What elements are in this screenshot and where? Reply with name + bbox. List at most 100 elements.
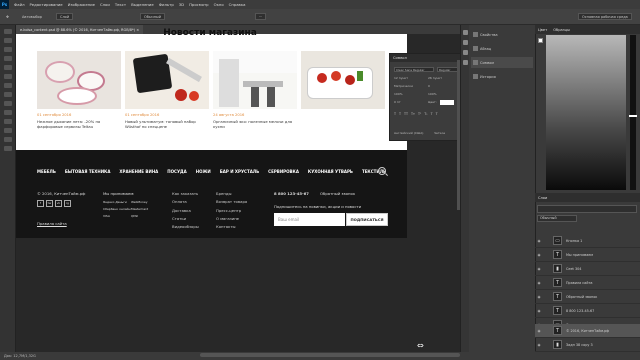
opacity-field[interactable]: ··· — [255, 13, 267, 20]
rules-link[interactable]: Правила сайта — [37, 221, 67, 226]
twitter-icon[interactable]: tw — [46, 200, 53, 207]
nav-item[interactable]: КУХОННАЯ УТВАРЬ — [308, 169, 353, 175]
leading-field[interactable]: 26 пункт — [428, 76, 458, 80]
underline-button[interactable]: T — [431, 112, 433, 116]
menu-select[interactable]: Выделение — [131, 2, 154, 7]
paragraph-icon[interactable] — [462, 40, 468, 45]
footer-link[interactable]: Видеообзоры — [172, 224, 199, 229]
move-tool-icon[interactable]: ✥ — [6, 13, 9, 20]
layer-row[interactable]: ◉ ▮ Задн 38 copy 3 — [535, 338, 640, 352]
layer-row[interactable]: ◉ T Мы принимаем — [535, 248, 640, 262]
workspace-dropdown[interactable]: Основная рабочая среда — [578, 13, 632, 20]
move-tool-icon[interactable] — [3, 29, 12, 34]
lasso-tool-icon[interactable] — [3, 47, 12, 52]
layer-row[interactable]: ◉ ▭ Кнопка 1 — [535, 234, 640, 248]
color-picker-field[interactable] — [546, 35, 626, 190]
superscript-button[interactable]: T¹ — [418, 112, 421, 116]
panel-paragraph[interactable]: Абзац — [471, 43, 533, 54]
brush-tool-icon[interactable] — [3, 74, 12, 79]
horizontal-scale-field[interactable]: 100% — [428, 92, 458, 96]
visibility-eye-icon[interactable]: ◉ — [535, 253, 543, 257]
subscribe-button[interactable]: ПОДПИСАТЬСЯ — [346, 213, 388, 226]
hand-tool-icon[interactable] — [3, 137, 12, 142]
footer-link[interactable]: Бренды — [216, 191, 247, 196]
footer-link[interactable]: Контакты — [216, 224, 247, 229]
tracking-field[interactable]: 0 — [428, 84, 458, 88]
visibility-eye-icon[interactable]: ◉ — [535, 309, 543, 313]
language-select[interactable]: Английский (США) — [394, 131, 434, 135]
text-color-swatch[interactable] — [439, 99, 454, 105]
subscript-button[interactable]: T₁ — [424, 112, 427, 116]
small-caps-button[interactable]: Tт — [411, 112, 415, 116]
nav-item[interactable]: БЫТОВАЯ ТЕХНИКА — [65, 169, 111, 175]
character-icon[interactable] — [462, 50, 468, 55]
search-icon[interactable] — [378, 167, 386, 175]
auto-select-dropdown[interactable]: Слой — [56, 13, 74, 20]
menu-edit[interactable]: Редактирование — [30, 2, 63, 7]
visibility-eye-icon[interactable]: ◉ — [535, 281, 543, 285]
layer-row[interactable]: ◉ T 8 800 123-45-67 — [535, 304, 640, 318]
font-size-field[interactable]: 12 пункт — [394, 76, 428, 80]
visibility-eye-icon[interactable]: ◉ — [535, 267, 543, 271]
blend-mode-dropdown[interactable]: Обычный — [140, 13, 166, 20]
gradient-tool-icon[interactable] — [3, 101, 12, 106]
nav-item[interactable]: ПОСУДА — [167, 169, 186, 175]
foreground-color-swatch[interactable] — [538, 38, 543, 43]
menu-3d[interactable]: 3D — [179, 2, 184, 7]
menu-type[interactable]: Текст — [115, 2, 126, 7]
footer-link[interactable]: Возврат товара — [216, 199, 247, 204]
vertical-scale-field[interactable]: 100% — [394, 92, 428, 96]
nav-item[interactable]: МЕБЕЛЬ — [37, 169, 56, 175]
shape-tool-icon[interactable] — [3, 128, 12, 133]
menu-file[interactable]: Файл — [14, 2, 25, 7]
footer-link[interactable]: Статьи — [172, 216, 199, 221]
layer-row[interactable]: ◉ ▮ Сeet 304 — [535, 262, 640, 276]
footer-link[interactable]: Пресс-центр — [216, 208, 247, 213]
menu-layers[interactable]: Слои — [100, 2, 110, 7]
hue-slider[interactable] — [629, 35, 637, 190]
footer-link[interactable]: О магазине — [216, 216, 247, 221]
panel-history[interactable]: История — [471, 71, 533, 82]
layer-blend-mode[interactable]: Обычный — [537, 215, 577, 222]
menu-window[interactable]: Окно — [214, 2, 224, 7]
eraser-tool-icon[interactable] — [3, 92, 12, 97]
horizontal-scrollbar[interactable] — [200, 353, 460, 357]
vk-icon[interactable]: vk — [55, 200, 62, 207]
font-family-select[interactable]: Clear Sans Regular — [394, 66, 434, 72]
layer-row-selected[interactable]: ◉ T © 2016, КитченТайм.рф — [535, 324, 640, 338]
history-icon[interactable] — [462, 60, 468, 65]
layer-row[interactable]: ◉ T Обратный звонок — [535, 290, 640, 304]
menu-filter[interactable]: Фильтр — [159, 2, 174, 7]
marquee-tool-icon[interactable] — [3, 38, 12, 43]
visibility-eye-icon[interactable]: ◉ — [535, 343, 543, 347]
callback-link[interactable]: Обратный звонок — [320, 191, 355, 196]
nav-item[interactable]: ХРАНЕНИЕ ВИНА — [119, 169, 158, 175]
news-link[interactable]: Нежное дыхание лета: -20% на фарфоровые … — [37, 119, 119, 129]
faux-italic-button[interactable]: T — [399, 112, 401, 116]
nav-item[interactable]: СЕРВИРОВКА — [268, 169, 299, 175]
baseline-shift-field[interactable]: 0 пт — [394, 100, 428, 104]
footer-link[interactable]: Оплата — [172, 199, 199, 204]
pen-tool-icon[interactable] — [3, 110, 12, 115]
menu-help[interactable]: Справка — [229, 2, 246, 7]
zoom-tool-icon[interactable] — [3, 146, 12, 151]
news-link[interactable]: Органичный эко: полезные мелочи для кухн… — [213, 119, 295, 129]
kerning-field[interactable]: Метрически — [394, 84, 428, 88]
nav-item[interactable]: БАР И ХРУСТАЛЬ — [220, 169, 259, 175]
auto-select-checkbox[interactable]: Автовыбор — [22, 13, 42, 20]
menu-image[interactable]: Изображение — [68, 2, 95, 7]
crop-tool-icon[interactable] — [3, 56, 12, 61]
news-link[interactable]: Новый ультиматум: топовый набор Wüsthof … — [125, 119, 207, 129]
strikethrough-button[interactable]: T — [436, 112, 438, 116]
layer-row[interactable]: ◉ T Правила сайта — [535, 276, 640, 290]
stamp-tool-icon[interactable] — [3, 83, 12, 88]
eyedropper-tool-icon[interactable] — [3, 65, 12, 70]
visibility-eye-icon[interactable]: ◉ — [535, 239, 543, 243]
footer-link[interactable]: Доставка — [172, 208, 199, 213]
type-tool-icon[interactable] — [3, 119, 12, 124]
properties-icon[interactable] — [462, 30, 468, 35]
vertical-scrollbar[interactable] — [457, 60, 460, 210]
panel-properties[interactable]: Свойства — [471, 29, 533, 40]
panel-character[interactable]: Символ — [471, 57, 533, 68]
visibility-eye-icon[interactable]: ◉ — [535, 295, 543, 299]
